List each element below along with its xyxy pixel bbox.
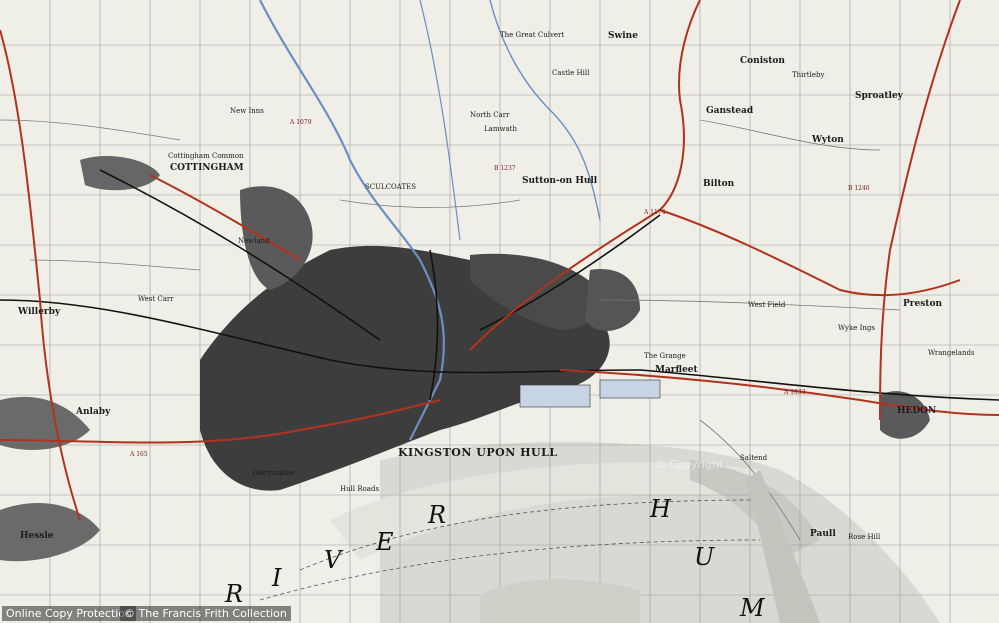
river-letter: V xyxy=(324,546,344,574)
label-cottingham: COTTINGHAM xyxy=(170,163,244,173)
map-graphics xyxy=(0,0,999,623)
label-swine: Swine xyxy=(608,31,638,41)
footer-copyright: © The Francis Frith Collection xyxy=(120,606,291,621)
river-letter: E xyxy=(376,528,396,556)
label-kingston: KINGSTON UPON HULL xyxy=(398,446,558,459)
label-marfleet: Marfleet xyxy=(655,365,698,375)
label-newland: Newland xyxy=(238,237,270,245)
label-saltend: Saltend xyxy=(740,454,768,462)
footer-copy-protection: Online Copy Protection xyxy=(2,606,137,621)
map-view[interactable]: KINGSTON UPON HULL COTTINGHAM Cottingham… xyxy=(0,0,999,623)
label-lamwath: Lamwath xyxy=(484,125,517,133)
label-bilton: Bilton xyxy=(703,179,735,189)
label-great-culvert: The Great Culvert xyxy=(500,31,565,39)
road-number: B 1237 xyxy=(494,165,516,172)
label-hedon: HEDON xyxy=(897,406,937,416)
humber-letter: M xyxy=(740,594,767,622)
label-hull-roads: Hull Roads xyxy=(340,485,380,493)
label-dairycoates: Dairycoates xyxy=(252,469,295,477)
label-sproatley: Sproatley xyxy=(855,91,903,101)
humber-letter: H xyxy=(650,495,673,523)
label-ganstead: Ganstead xyxy=(706,106,754,116)
label-wyton: Wyton xyxy=(812,135,844,145)
label-sculcoates: SCULCOATES xyxy=(365,183,417,191)
label-willerby: Willerby xyxy=(18,307,61,317)
label-cottingham-common: Cottingham Common xyxy=(168,152,244,160)
watermark: © Copyright xyxy=(655,458,724,471)
label-new-inns: New Inns xyxy=(230,107,264,115)
label-paull: Paull xyxy=(810,529,836,539)
label-preston: Preston xyxy=(903,299,943,309)
label-anlaby: Anlaby xyxy=(76,407,111,417)
label-rose-hill: Rose Hill xyxy=(848,533,881,541)
label-wrangelands: Wrangelands xyxy=(928,349,975,357)
label-coniston: Coniston xyxy=(740,56,785,66)
label-castle-hill: Castle Hill xyxy=(552,69,590,77)
river-letter: I xyxy=(272,564,284,592)
label-west-field: West Field xyxy=(748,301,786,309)
river-letter: R xyxy=(428,501,449,529)
road-number: A 1033 xyxy=(784,389,806,396)
road-number: A 1174 xyxy=(644,209,666,216)
label-wyke-ings: Wyke Ings xyxy=(838,324,875,332)
road-number: B 1240 xyxy=(848,185,870,192)
label-north-carr: North Carr xyxy=(470,111,510,119)
label-the-grange: The Grange xyxy=(644,352,686,360)
label-sutton-on-hull: Sutton-on Hull xyxy=(522,176,598,186)
label-hessle: Hessle xyxy=(20,531,54,541)
road-number: A 165 xyxy=(130,451,148,458)
road-number: A 1079 xyxy=(290,119,312,126)
humber-letter: U xyxy=(694,543,717,571)
label-west-carr: West Carr xyxy=(138,295,174,303)
river-letter: R xyxy=(225,580,246,608)
label-thirtleby: Thirtleby xyxy=(792,71,825,79)
